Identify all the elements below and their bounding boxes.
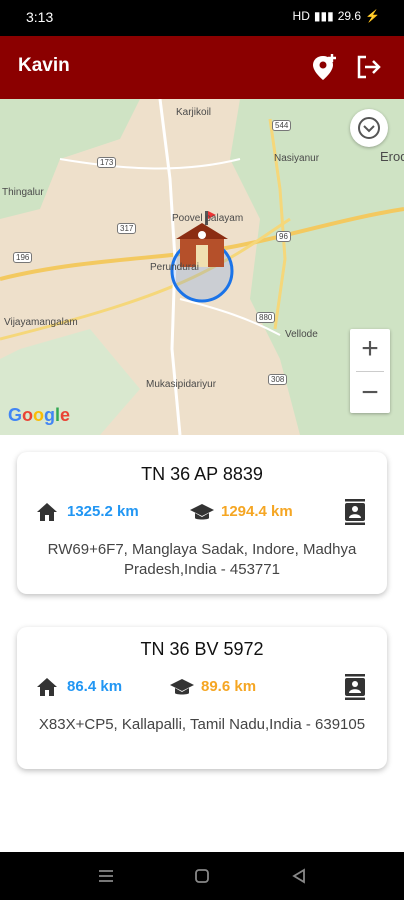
zoom-divider <box>356 371 384 372</box>
hd-icon: HD <box>292 9 310 23</box>
map-label-mukasi: Mukasipidariyur <box>146 379 217 390</box>
vehicle-card[interactable]: TN 36 BV 5972 86.4 km 89.6 km X83X+CP5, … <box>17 627 387 769</box>
school-icon <box>190 504 214 520</box>
map-label-erode: Erod <box>380 149 404 164</box>
map-view[interactable]: Karjikoil Nasiyanur Erod Thingalur Poove… <box>0 99 404 435</box>
zoom-controls: + − <box>350 329 390 413</box>
vehicle-address: X83X+CP5, Kallapalli, Tamil Nadu,India -… <box>38 716 366 733</box>
contact-card-icon[interactable] <box>343 673 367 701</box>
road-shield-173: 173 <box>97 157 117 168</box>
logout-icon[interactable] <box>354 52 384 82</box>
map-label-thingalur: Thingalur <box>2 187 44 198</box>
zoom-in-button[interactable]: + <box>350 329 390 369</box>
road-shield-880: 880 <box>256 312 276 323</box>
add-location-icon[interactable] <box>309 52 339 82</box>
back-icon[interactable] <box>290 867 308 885</box>
home-distance: 86.4 km <box>67 678 123 695</box>
school-icon <box>170 679 194 695</box>
contact-card-icon[interactable] <box>343 498 367 526</box>
system-nav-bar <box>0 852 404 900</box>
road-shield-196: 196 <box>13 252 33 263</box>
school-distance: 89.6 km <box>201 678 257 695</box>
my-location-icon <box>358 117 380 139</box>
road-shield-317: 317 <box>117 223 137 234</box>
vehicle-card[interactable]: TN 36 AP 8839 1325.2 km 1294.4 km RW69+6… <box>17 452 387 594</box>
home-nav-icon[interactable] <box>193 867 211 885</box>
road-shield-308: 308 <box>268 374 288 385</box>
battery-icon: ⚡ <box>365 9 380 23</box>
road-shield-544: 544 <box>272 120 292 131</box>
vehicle-address: RW69+6F7, Manglaya Sadak, Indore, Madhya… <box>47 541 357 578</box>
my-location-button[interactable] <box>350 109 388 147</box>
network-speed: 29.6 <box>337 9 362 23</box>
recents-menu-icon[interactable] <box>96 868 116 884</box>
map-label-perundurai: Perundurai <box>150 262 199 273</box>
map-label-vellode: Vellode <box>285 329 318 340</box>
vehicle-plate: TN 36 BV 5972 <box>140 639 264 659</box>
home-icon <box>37 678 57 696</box>
distance-row: 86.4 km 89.6 km <box>35 673 369 703</box>
distance-row: 1325.2 km 1294.4 km <box>35 498 369 528</box>
map-label-karikkoil: Karjikoil <box>176 107 212 118</box>
status-icons: HD ▮▮▮ 29.6 ⚡ <box>293 9 380 23</box>
signal-icon: ▮▮▮ <box>313 9 334 23</box>
map-label-nasiyanur: Nasiyanur <box>274 153 320 164</box>
google-logo: Google <box>8 405 71 425</box>
status-time: 3:13 <box>26 9 54 25</box>
road-shield-96: 96 <box>276 231 291 242</box>
app-title: Kavin <box>18 55 70 76</box>
school-distance: 1294.4 km <box>221 503 293 520</box>
home-icon <box>37 503 57 521</box>
zoom-out-button[interactable]: − <box>350 373 390 413</box>
app-bar: Kavin <box>0 36 404 99</box>
status-bar: 3:13 HD ▮▮▮ 29.6 ⚡ <box>0 0 404 36</box>
home-distance: 1325.2 km <box>67 503 139 520</box>
vehicle-plate: TN 36 AP 8839 <box>141 464 263 484</box>
map-label-vijayamangalam: Vijayamangalam <box>4 317 78 328</box>
map-label-poovel: Poovel palayam <box>172 213 244 224</box>
